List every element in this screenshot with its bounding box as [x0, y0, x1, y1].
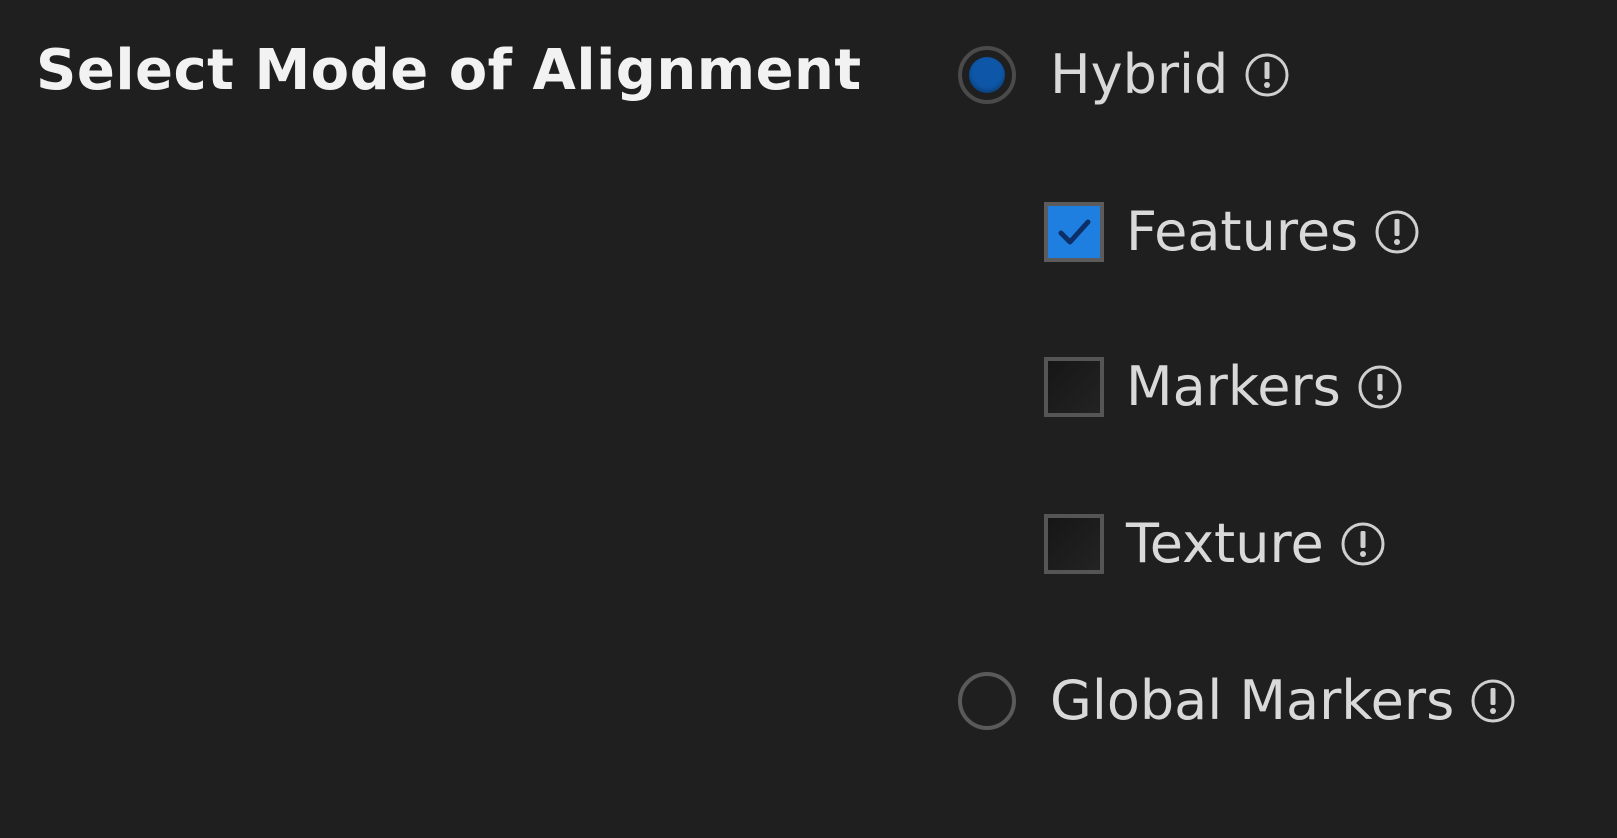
checkmark-icon [1058, 219, 1091, 245]
texture-label: Texture [1126, 512, 1324, 575]
alignment-mode-panel: Select Mode of Alignment Hybrid Features… [0, 0, 1617, 838]
features-checkbox[interactable] [1044, 202, 1104, 262]
info-circle-icon[interactable] [1244, 52, 1290, 98]
info-circle-icon[interactable] [1340, 521, 1386, 567]
radio-option-global-markers[interactable]: Global Markers [958, 666, 1516, 736]
markers-checkbox[interactable] [1044, 357, 1104, 417]
features-label: Features [1126, 200, 1359, 263]
hybrid-radio[interactable] [958, 46, 1016, 104]
markers-label: Markers [1126, 355, 1341, 418]
checkbox-option-texture[interactable]: Texture [1044, 509, 1386, 579]
info-circle-icon[interactable] [1470, 678, 1516, 724]
hybrid-label: Hybrid [1050, 43, 1229, 106]
global-markers-label: Global Markers [1050, 669, 1455, 732]
radio-option-hybrid[interactable]: Hybrid [958, 40, 1290, 110]
texture-checkbox[interactable] [1044, 514, 1104, 574]
checkbox-option-markers[interactable]: Markers [1044, 352, 1403, 422]
info-circle-icon[interactable] [1357, 364, 1403, 410]
section-title: Select Mode of Alignment [36, 38, 862, 103]
global-markers-radio[interactable] [958, 672, 1016, 730]
checkbox-option-features[interactable]: Features [1044, 197, 1420, 267]
info-circle-icon[interactable] [1374, 209, 1420, 255]
